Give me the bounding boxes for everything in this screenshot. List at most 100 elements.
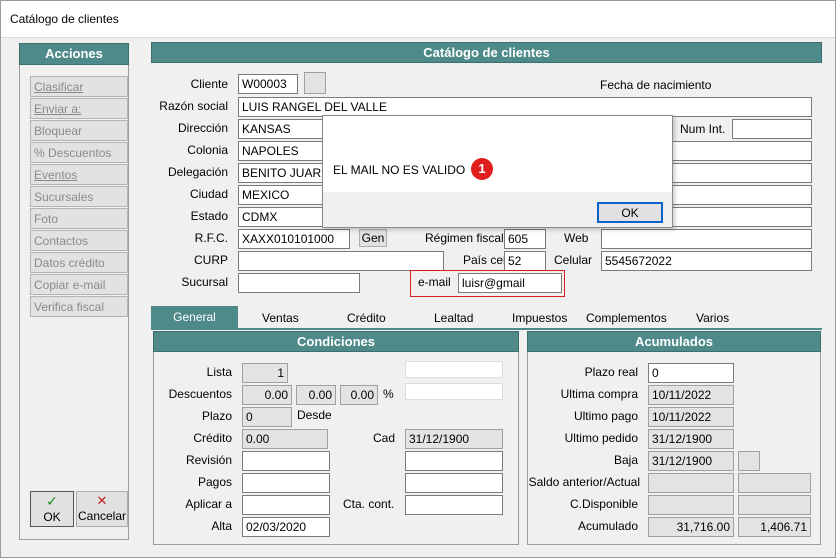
ctacont-input[interactable] bbox=[405, 495, 503, 515]
check-icon: ✓ bbox=[46, 493, 58, 509]
action-eventos[interactable]: Eventos bbox=[30, 164, 128, 185]
action-bloquear[interactable]: Bloquear bbox=[30, 120, 128, 141]
rfc-input[interactable]: XAXX010101000 bbox=[238, 229, 350, 249]
delegacion-input[interactable]: BENITO JUAREZ bbox=[238, 163, 328, 183]
ultpedido-input[interactable]: 31/12/1900 bbox=[648, 429, 734, 449]
tab-lealtad[interactable]: Lealtad bbox=[434, 311, 473, 327]
numint-label: Num Int. bbox=[680, 122, 726, 136]
baja-input[interactable]: 31/12/1900 bbox=[648, 451, 734, 471]
revision-label: Revisión bbox=[185, 453, 232, 467]
alta-label: Alta bbox=[211, 519, 232, 533]
credito-input[interactable]: 0.00 bbox=[242, 429, 328, 449]
cliente-input[interactable]: W00003 bbox=[238, 74, 298, 94]
tab-underline bbox=[151, 328, 822, 330]
cad-input[interactable]: 31/12/1900 bbox=[405, 429, 503, 449]
cliente-label: Cliente bbox=[190, 77, 228, 91]
action-enviar[interactable]: Enviar a: bbox=[30, 98, 128, 119]
descuentos-right-input[interactable] bbox=[405, 383, 503, 400]
tab-credito[interactable]: Crédito bbox=[347, 311, 386, 327]
regimen-label: Régimen fiscal bbox=[425, 231, 504, 245]
condiciones-header: Condiciones bbox=[153, 331, 519, 352]
curp-input[interactable] bbox=[238, 251, 444, 271]
lista-right-input[interactable] bbox=[405, 361, 503, 378]
aplicar-input[interactable] bbox=[242, 495, 330, 515]
dialog-message: EL MAIL NO ES VALIDO bbox=[333, 163, 466, 177]
ciudad-right-input[interactable] bbox=[672, 185, 812, 205]
revision-input[interactable] bbox=[242, 451, 330, 471]
plazoreal-label: Plazo real bbox=[584, 365, 638, 379]
razon-label: Razón social bbox=[159, 99, 228, 113]
tab-complementos[interactable]: Complementos bbox=[586, 311, 667, 327]
colonia-right-input[interactable] bbox=[672, 141, 812, 161]
ok-button[interactable]: ✓ OK bbox=[30, 491, 74, 527]
saldo-actual-input[interactable] bbox=[738, 473, 811, 493]
action-datos-credito[interactable]: Datos crédito bbox=[30, 252, 128, 273]
action-verifica-fiscal[interactable]: Verifica fiscal bbox=[30, 296, 128, 317]
alta-input[interactable]: 02/03/2020 bbox=[242, 517, 330, 537]
sucursal-label: Sucursal bbox=[181, 275, 228, 289]
cancel-label: Cancelar bbox=[77, 509, 127, 523]
ciudad-label: Ciudad bbox=[189, 187, 228, 201]
tab-general[interactable]: General bbox=[151, 306, 238, 328]
desc1-input[interactable]: 0.00 bbox=[242, 385, 292, 405]
delegacion-right-input[interactable] bbox=[672, 163, 812, 183]
action-copiar-email[interactable]: Copiar e-mail bbox=[30, 274, 128, 295]
action-descuentos[interactable]: % Descuentos bbox=[30, 142, 128, 163]
regimen-input[interactable]: 605 bbox=[504, 229, 546, 249]
sucursal-input[interactable] bbox=[238, 273, 360, 293]
razon-input[interactable]: LUIS RANGEL DEL VALLE bbox=[238, 97, 812, 117]
action-sucursales[interactable]: Sucursales bbox=[30, 186, 128, 207]
pagos-right-input[interactable] bbox=[405, 473, 503, 493]
credito-label: Crédito bbox=[193, 431, 232, 445]
title-bar: Catálogo de clientes bbox=[0, 0, 836, 38]
web-input[interactable] bbox=[601, 229, 812, 249]
tab-impuestos[interactable]: Impuestos bbox=[512, 311, 567, 327]
acciones-header: Acciones bbox=[19, 43, 129, 65]
saldo-anterior-input[interactable] bbox=[648, 473, 734, 493]
plazoreal-input[interactable]: 0 bbox=[648, 363, 734, 383]
acumulados-header: Acumulados bbox=[527, 331, 821, 352]
estado-right-input[interactable] bbox=[672, 207, 812, 227]
plazo-input[interactable]: 0 bbox=[242, 407, 292, 427]
delegacion-label: Delegación bbox=[167, 165, 228, 179]
numint-input[interactable] bbox=[732, 119, 812, 139]
pagos-input[interactable] bbox=[242, 473, 330, 493]
tab-varios[interactable]: Varios bbox=[696, 311, 729, 327]
ultpago-input[interactable]: 10/11/2022 bbox=[648, 407, 734, 427]
colonia-input[interactable]: NAPOLES bbox=[238, 141, 328, 161]
colonia-label: Colonia bbox=[187, 143, 228, 157]
ultcompra-input[interactable]: 10/11/2022 bbox=[648, 385, 734, 405]
email-input[interactable]: luisr@gmail bbox=[458, 273, 562, 293]
ciudad-input[interactable]: MEXICO bbox=[238, 185, 328, 205]
ultcompra-label: Ultima compra bbox=[560, 387, 638, 401]
cad-label: Cad bbox=[373, 431, 396, 445]
desc2-input[interactable]: 0.00 bbox=[296, 385, 336, 405]
tab-ventas[interactable]: Ventas bbox=[262, 311, 299, 327]
cdisp-input[interactable] bbox=[648, 495, 734, 515]
direccion-input[interactable]: KANSAS bbox=[238, 119, 328, 139]
acum2-input[interactable]: 1,406.71 bbox=[738, 517, 811, 537]
plazo-label: Plazo bbox=[201, 409, 232, 423]
acum1-input[interactable]: 31,716.00 bbox=[648, 517, 734, 537]
action-clasificar[interactable]: Clasificar bbox=[30, 76, 128, 97]
web-label: Web bbox=[564, 231, 589, 245]
estado-input[interactable]: CDMX bbox=[238, 207, 328, 227]
action-foto[interactable]: Foto bbox=[30, 208, 128, 229]
revision-right-input[interactable] bbox=[405, 451, 503, 471]
curp-label: CURP bbox=[193, 253, 228, 267]
paiscel-input[interactable]: 52 bbox=[504, 251, 546, 271]
window-title: Catálogo de clientes bbox=[10, 12, 119, 26]
ultpedido-label: Ultimo pedido bbox=[564, 431, 638, 445]
cancel-button[interactable]: ✕ Cancelar bbox=[76, 491, 128, 527]
celular-input[interactable]: 5545672022 bbox=[601, 251, 812, 271]
gen-button[interactable]: Gen bbox=[359, 229, 387, 247]
ok-label: OK bbox=[43, 510, 61, 524]
lista-input[interactable]: 1 bbox=[242, 363, 288, 383]
baja-extra bbox=[738, 451, 760, 471]
desde-label: Desde bbox=[297, 408, 332, 422]
cdisp-right-input[interactable] bbox=[738, 495, 811, 515]
desc3-input[interactable]: 0.00 bbox=[340, 385, 378, 405]
cdisp-label: C.Disponible bbox=[569, 497, 638, 511]
action-contactos[interactable]: Contactos bbox=[30, 230, 128, 251]
dialog-ok-button[interactable]: OK bbox=[597, 202, 663, 223]
